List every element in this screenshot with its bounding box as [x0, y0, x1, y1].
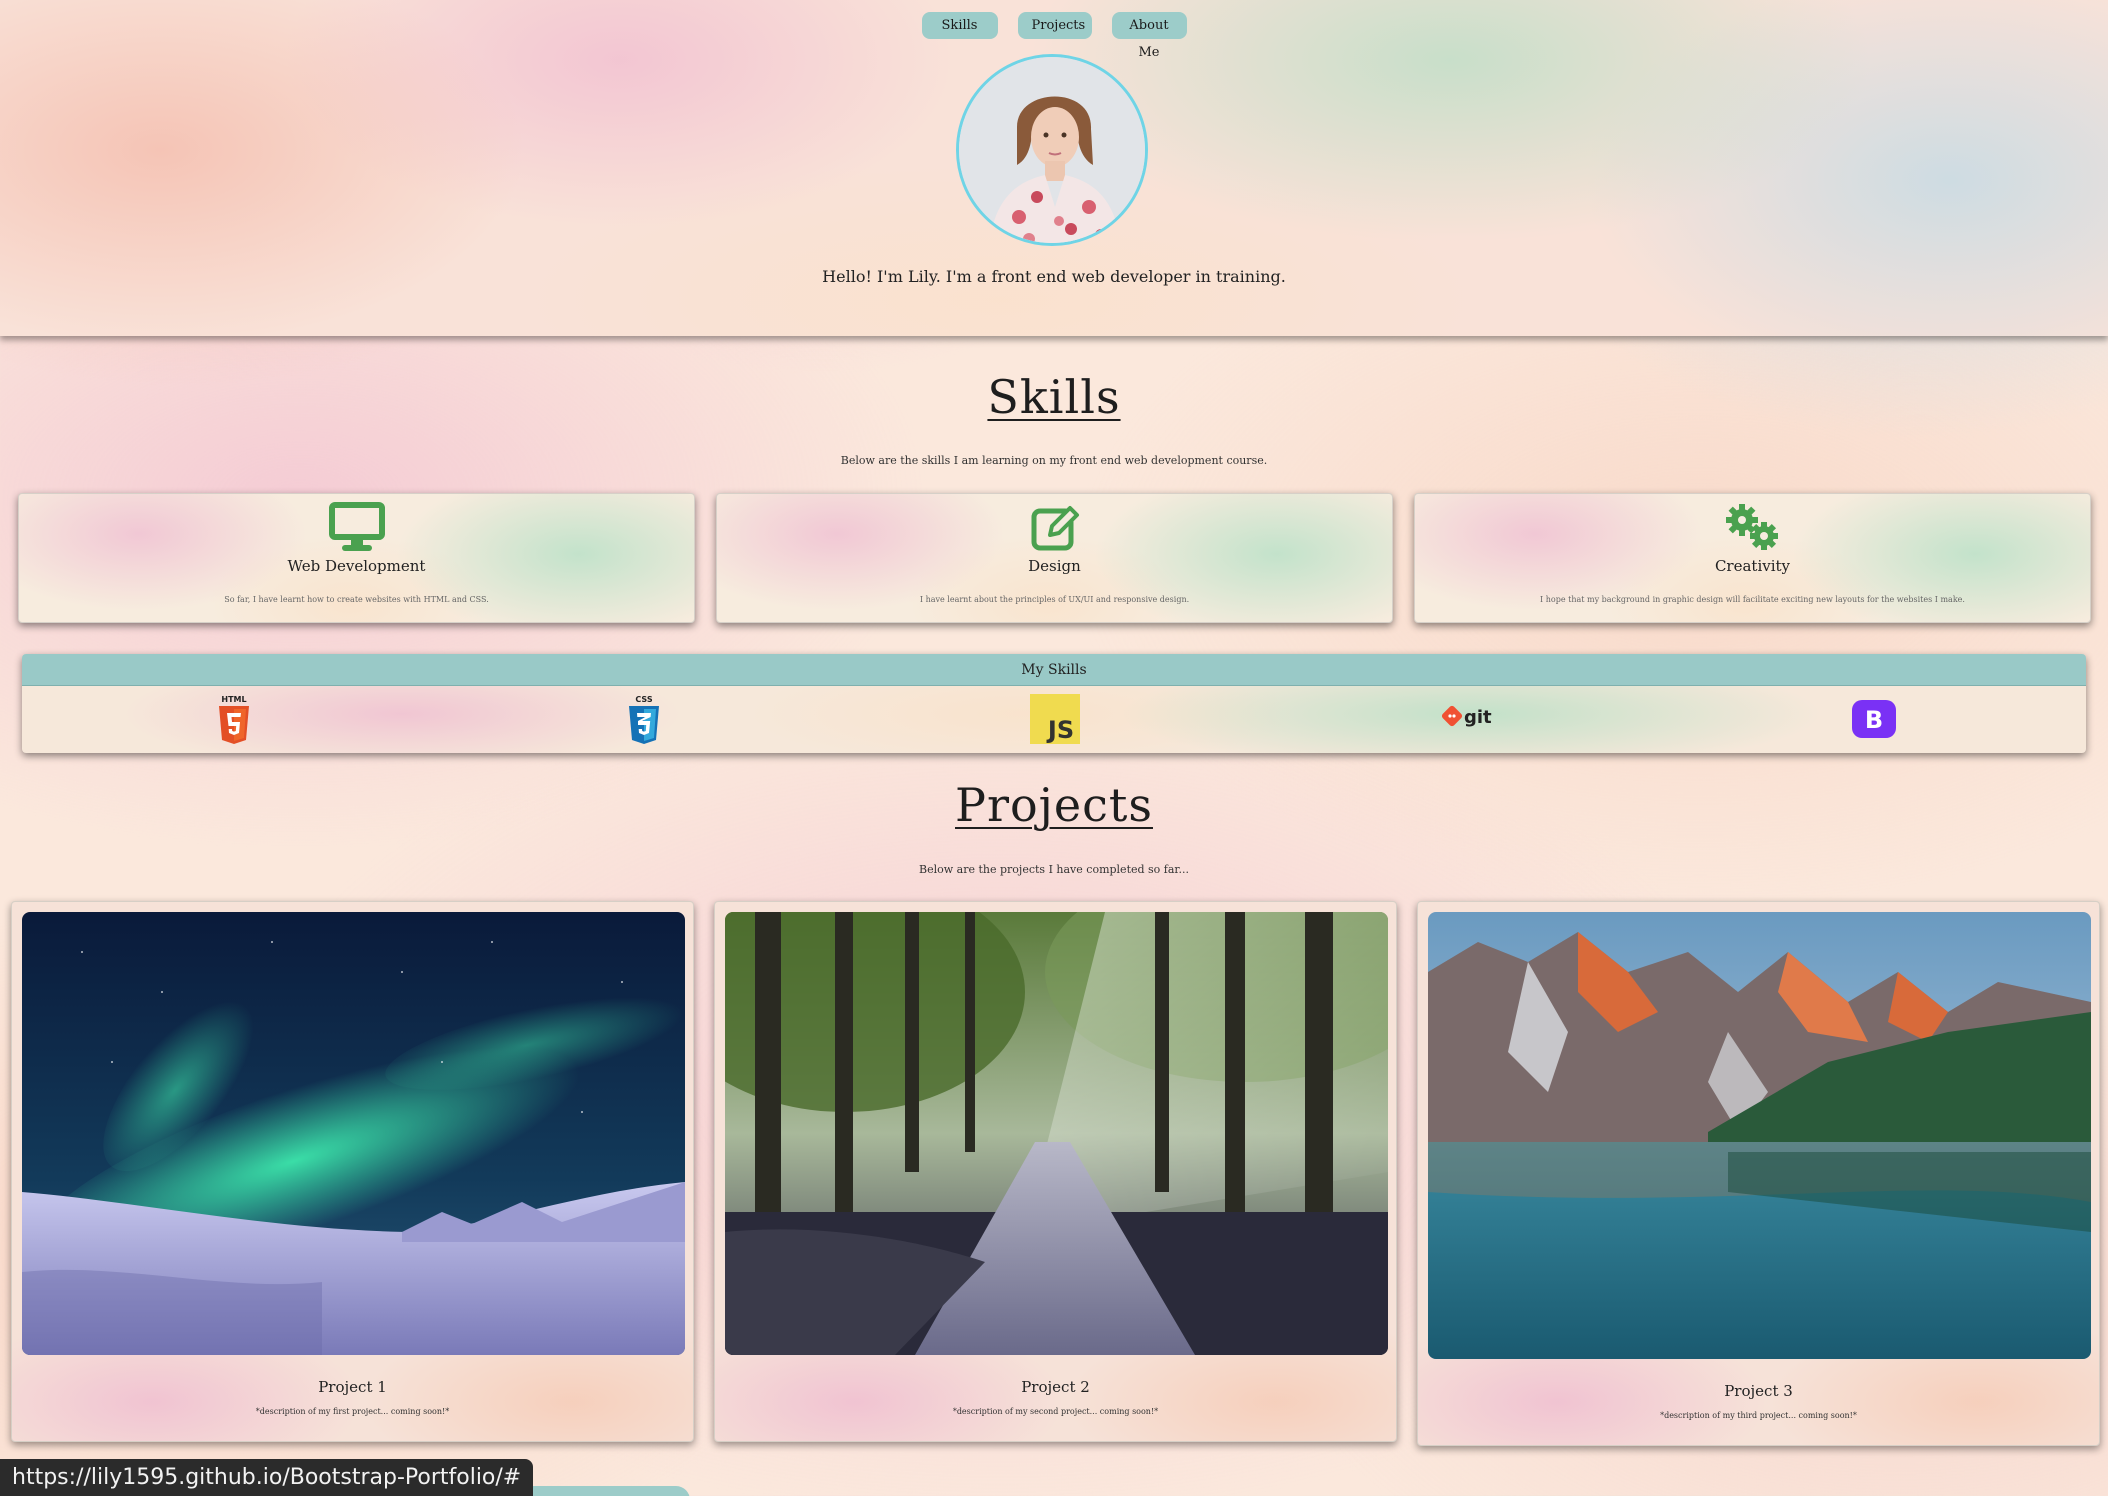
svg-text:JS: JS: [1046, 716, 1074, 744]
nav-projects-button[interactable]: Projects: [1017, 12, 1092, 39]
project-title: Project 2: [1021, 1378, 1090, 1396]
project-card-2[interactable]: Project 2 *description of my second proj…: [714, 901, 1397, 1442]
my-skills-panel: My Skills HTML CSS JS git B: [22, 654, 2086, 753]
project-card-1[interactable]: Project 1 *description of my first proje…: [11, 901, 694, 1442]
skill-title: Creativity: [1714, 557, 1791, 575]
skill-description: I have learnt about the principles of UX…: [919, 595, 1190, 604]
about-section-peek: [520, 1486, 690, 1496]
skill-card-creativity: Creativity I hope that my background in …: [1414, 493, 2091, 623]
gears-icon: [1722, 502, 1784, 556]
nav-bar: Skills Projects About Me: [0, 12, 2108, 60]
edit-icon: [1030, 502, 1080, 556]
project-image-aurora[interactable]: [22, 912, 685, 1355]
skill-description: So far, I have learnt how to create webs…: [224, 595, 489, 604]
skill-title: Design: [1028, 557, 1081, 575]
nav-skills-button[interactable]: Skills: [921, 12, 998, 39]
skills-logos: HTML CSS JS git B: [22, 694, 2086, 746]
project-card-3[interactable]: Project 3 *description of my third proje…: [1417, 901, 2100, 1446]
project-image-mountain-lake[interactable]: [1428, 912, 2091, 1359]
javascript-icon: JS: [1030, 694, 1080, 748]
project-title: Project 3: [1724, 1382, 1793, 1400]
svg-text:HTML: HTML: [221, 695, 246, 704]
skills-heading: Skills: [987, 370, 1121, 424]
skill-title: Web Development: [287, 557, 426, 575]
project-title: Project 1: [318, 1378, 387, 1396]
svg-text:git: git: [1464, 707, 1492, 728]
css3-icon: CSS: [626, 694, 662, 750]
bootstrap-icon: B: [1850, 698, 1898, 744]
desktop-icon: [328, 502, 385, 556]
skill-description: I hope that my background in graphic des…: [1540, 595, 1965, 604]
tagline: Hello! I'm Lily. I'm a front end web dev…: [822, 267, 1286, 286]
header: Skills Projects About Me Hello! I'm Lily…: [0, 0, 2108, 336]
skill-card-web-development: Web Development So far, I have learnt ho…: [18, 493, 695, 623]
svg-text:CSS: CSS: [635, 695, 652, 704]
my-skills-heading: My Skills: [22, 654, 2086, 686]
project-description: *description of my first project... comi…: [255, 1407, 450, 1416]
avatar: [956, 54, 1148, 246]
skill-card-design: Design I have learnt about the principle…: [716, 493, 1393, 623]
project-description: *description of my second project... com…: [952, 1407, 1159, 1416]
nav-about-button[interactable]: About Me: [1111, 12, 1187, 60]
html5-icon: HTML: [216, 694, 252, 750]
project-description: *description of my third project... comi…: [1660, 1411, 1857, 1420]
git-icon: git: [1440, 702, 1510, 736]
svg-text:B: B: [1865, 706, 1883, 734]
status-bar-url: https://lily1595.github.io/Bootstrap-Por…: [0, 1459, 534, 1496]
project-image-forest[interactable]: [725, 912, 1388, 1355]
projects-heading: Projects: [955, 778, 1153, 832]
projects-subtitle: Below are the projects I have completed …: [919, 863, 1189, 876]
skills-subtitle: Below are the skills I am learning on my…: [840, 454, 1268, 467]
